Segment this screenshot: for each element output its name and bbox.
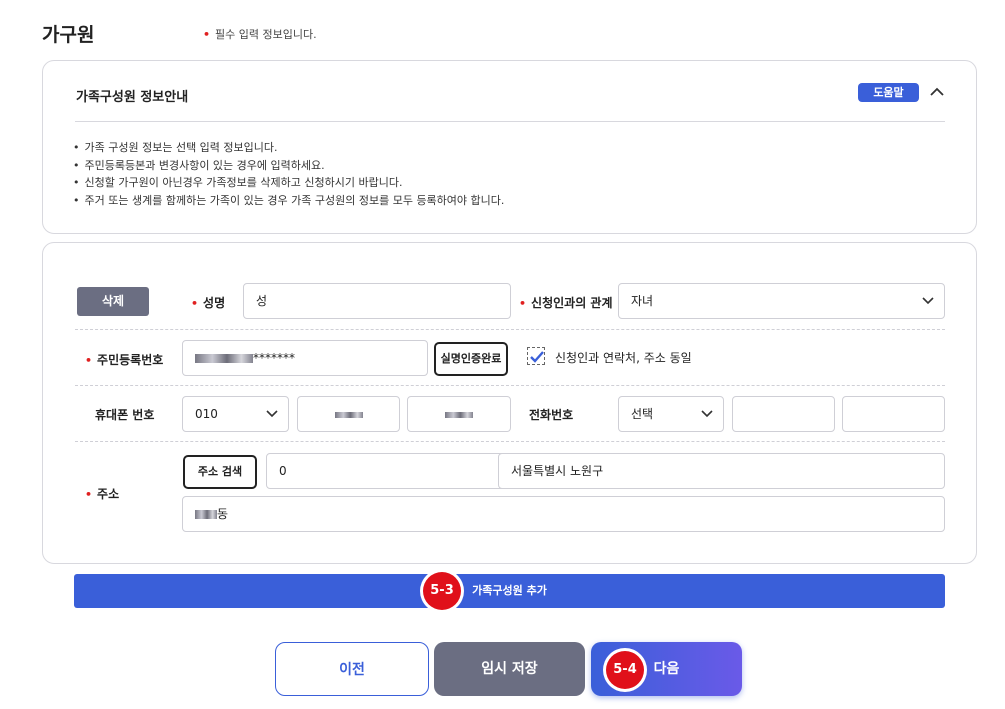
member-form: 삭제 • 성명 성 • 신청인과의 관계 자녀 • 주민등록번호 ******* 실명… bbox=[42, 242, 977, 564]
phone-prefix-select[interactable]: 선택 bbox=[618, 396, 724, 432]
mobile-prefix-value: 010 bbox=[195, 407, 218, 421]
relation-select-value: 자녀 bbox=[631, 294, 654, 308]
required-dot: • bbox=[85, 488, 93, 501]
prev-button[interactable]: 이전 bbox=[275, 642, 429, 696]
name-label-text: 성명 bbox=[203, 296, 226, 310]
row-divider bbox=[75, 441, 945, 442]
phone-label: 전화번호 bbox=[529, 408, 574, 422]
relation-label-text: 신청인과의 관계 bbox=[531, 296, 613, 310]
step-badge: 5-4 bbox=[606, 651, 644, 689]
masked-address bbox=[195, 510, 217, 519]
phone-prefix-value: 선택 bbox=[631, 407, 654, 421]
chevron-down-icon bbox=[922, 297, 934, 305]
info-item: 가족 구성원 정보는 선택 입력 정보입니다. bbox=[73, 139, 504, 157]
temp-save-button[interactable]: 임시 저장 bbox=[434, 642, 585, 696]
info-item: 주거 또는 생계를 함께하는 가족이 있는 경우 가족 구성원의 정보를 모두 … bbox=[73, 192, 505, 210]
address-search-button[interactable]: 주소 검색 bbox=[183, 455, 257, 489]
rrn-label-text: 주민등록번호 bbox=[97, 353, 164, 367]
relation-select[interactable]: 자녀 bbox=[618, 283, 945, 319]
mobile-label: 휴대폰 번호 bbox=[95, 408, 155, 422]
required-dot: • bbox=[191, 297, 199, 310]
mobile-prefix-select[interactable]: 010 bbox=[182, 396, 289, 432]
rrn-suffix: ******* bbox=[253, 351, 295, 365]
step-badge: 5-3 bbox=[423, 572, 461, 610]
rrn-input[interactable]: ******* bbox=[182, 340, 428, 376]
info-panel: 가족구성원 정보안내 도움말 가족 구성원 정보는 선택 입력 정보입니다. 주… bbox=[42, 60, 977, 234]
same-checkbox-label: 신청인과 연락처, 주소 동일 bbox=[555, 351, 692, 365]
required-note-text: 필수 입력 정보입니다. bbox=[215, 28, 317, 41]
row-divider bbox=[75, 385, 945, 386]
row-divider bbox=[75, 329, 945, 330]
required-dot: • bbox=[519, 297, 527, 310]
masked-rrn bbox=[195, 354, 253, 363]
info-list: 가족 구성원 정보는 선택 입력 정보입니다. 주민등록등본과 변경사항이 있는… bbox=[73, 139, 505, 210]
chevron-down-icon bbox=[701, 410, 713, 418]
address-label: • 주소 bbox=[85, 485, 119, 502]
required-dot: • bbox=[85, 354, 93, 367]
mobile-last-input[interactable] bbox=[407, 396, 511, 432]
verify-button[interactable]: 실명인증완료 bbox=[434, 342, 508, 376]
address1-input[interactable]: 서울특별시 노원구 bbox=[498, 453, 945, 489]
required-note: • 필수 입력 정보입니다. bbox=[203, 26, 317, 42]
name-input[interactable]: 성 bbox=[243, 283, 511, 319]
info-item: 주민등록등본과 변경사항이 있는 경우에 입력하세요. bbox=[73, 157, 504, 175]
info-item: 신청할 가구원이 아닌경우 가족정보를 삭제하고 신청하시기 바랍니다. bbox=[73, 174, 504, 192]
zip-input[interactable]: 0 bbox=[266, 453, 533, 489]
info-title: 가족구성원 정보안내 bbox=[76, 90, 189, 105]
checkmark-icon bbox=[530, 351, 544, 363]
address2-input[interactable]: 동 bbox=[182, 496, 945, 532]
phone-middle-input[interactable] bbox=[732, 396, 835, 432]
phone-last-input[interactable] bbox=[842, 396, 945, 432]
chevron-down-icon bbox=[266, 410, 278, 418]
page-title: 가구원 bbox=[42, 24, 95, 46]
required-dot: • bbox=[203, 28, 211, 41]
address2-suffix: 동 bbox=[217, 507, 229, 521]
masked-digits bbox=[445, 411, 473, 418]
mobile-middle-input[interactable] bbox=[297, 396, 400, 432]
address-label-text: 주소 bbox=[97, 487, 120, 501]
chevron-up-icon[interactable] bbox=[929, 84, 945, 100]
delete-button[interactable]: 삭제 bbox=[77, 287, 149, 316]
help-button[interactable]: 도움말 bbox=[858, 83, 919, 102]
same-checkbox[interactable] bbox=[527, 347, 545, 365]
rrn-label: • 주민등록번호 bbox=[85, 351, 163, 368]
add-member-button[interactable]: 가족구성원 추가 bbox=[74, 574, 945, 608]
name-label: • 성명 bbox=[191, 294, 225, 311]
info-divider bbox=[75, 121, 945, 122]
masked-digits bbox=[334, 411, 363, 418]
relation-label: • 신청인과의 관계 bbox=[519, 294, 613, 311]
